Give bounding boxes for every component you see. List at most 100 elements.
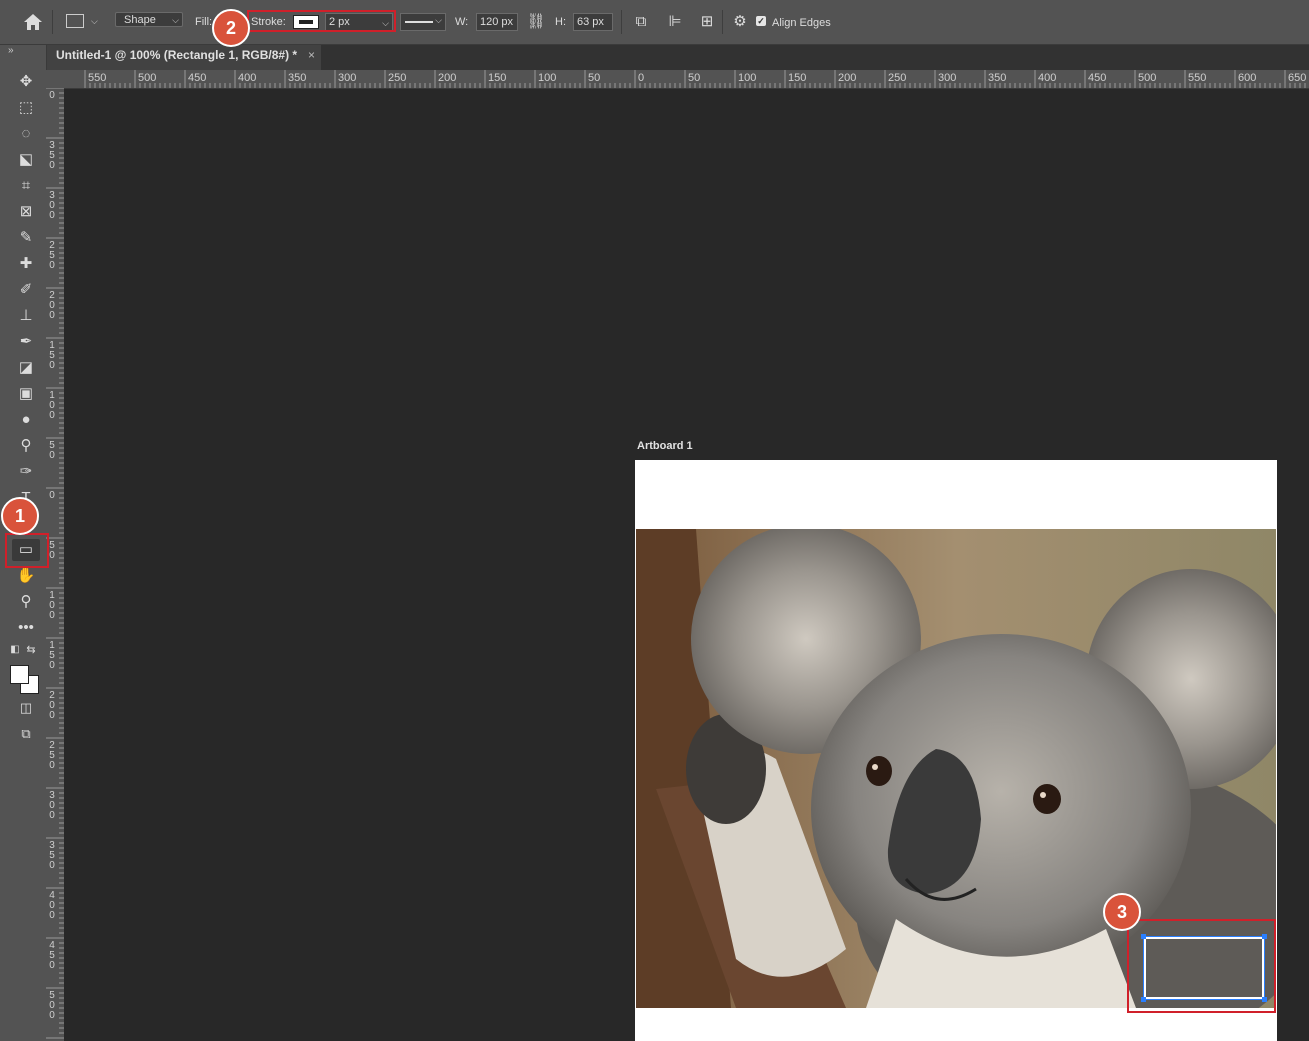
lasso-tool-icon[interactable]: ◌ (12, 123, 40, 145)
ruler-tick-label: 2 5 0 (49, 740, 55, 771)
object-selection-tool-icon[interactable]: ⬕ (12, 149, 40, 171)
callout-badge-2: 2 (212, 9, 250, 47)
tool-preset-picker[interactable] (66, 14, 84, 28)
tools-panel: » ✥⬚◌⬕⌗⊠✎✚✐⊥✒◪▣●⚲✑T▭✋⚲••• ◧ ⇆ ◫ ⧉ (0, 45, 47, 1041)
gradient-tool-icon[interactable]: ▣ (12, 383, 40, 405)
path-operations-icon[interactable]: ⧉ (631, 12, 651, 32)
eyedropper-tool-icon[interactable]: ✎ (12, 227, 40, 249)
blur-tool-icon[interactable]: ● (12, 409, 40, 431)
ruler-tick-label: 4 0 0 (49, 890, 55, 921)
tab-untitled-1[interactable]: Untitled-1 @ 100% (Rectangle 1, RGB/8#) … (46, 45, 321, 70)
horizontal-ruler[interactable]: 550 500 450 400 350 300 250 200 150 100 50 0 50 100 15… (64, 70, 1309, 89)
resize-handle[interactable] (1141, 934, 1146, 939)
ruler-tick-label: 350 (288, 72, 307, 84)
divider (621, 10, 622, 34)
ruler-tick-label: 100 (538, 72, 557, 84)
screen-mode-icon[interactable]: ⧉ (12, 723, 40, 745)
ruler-tick-label: 0 (49, 90, 55, 101)
more-tools-icon[interactable]: ••• (12, 617, 40, 639)
align-edges-label: Align Edges (772, 17, 831, 29)
resize-handle[interactable] (1262, 997, 1267, 1002)
resize-handle[interactable] (1262, 934, 1267, 939)
artboard-label[interactable]: Artboard 1 (637, 440, 693, 452)
options-bar: ⌵ Shape ⌵ Fill: Stroke: 2 px ⌵ ⌵ W: 120 px… (0, 0, 1309, 45)
shape-selection-bounds[interactable] (1143, 936, 1265, 1000)
ruler-tick-label: 150 (788, 72, 807, 84)
align-edges-checkbox[interactable]: ✓ (756, 16, 766, 26)
ruler-tick-label: 500 (1138, 72, 1157, 84)
stroke-color-swatch[interactable] (293, 15, 319, 29)
brush-tool-icon[interactable]: ✐ (12, 279, 40, 301)
fill-label: Fill: (195, 16, 213, 28)
height-label: H: (555, 16, 566, 28)
hand-tool-icon[interactable]: ✋ (12, 565, 40, 587)
dodge-tool-icon[interactable]: ⚲ (12, 435, 40, 457)
ruler-tick-label: 200 (838, 72, 857, 84)
ruler-tick-label: 1 5 0 (49, 340, 55, 371)
chevron-down-icon: ⌵ (172, 15, 179, 25)
move-tool-icon[interactable]: ✥ (12, 71, 40, 93)
gear-icon[interactable]: ⚙ (730, 12, 750, 32)
ruler-tick-label: 5 0 (49, 540, 55, 561)
divider (722, 10, 723, 34)
ruler-tick-label: 400 (1038, 72, 1057, 84)
crop-tool-icon[interactable]: ⌗ (12, 175, 40, 197)
ruler-tick-label: 150 (488, 72, 507, 84)
marquee-tool-icon[interactable]: ⬚ (12, 97, 40, 119)
collapse-panel-icon[interactable]: » (8, 45, 14, 56)
rectangle-tool-icon[interactable]: ▭ (12, 539, 40, 561)
chevron-down-icon: ⌵ (435, 15, 442, 25)
color-swatches[interactable] (10, 665, 40, 695)
ruler-tick-label: 1 0 0 (49, 590, 55, 621)
chevron-down-icon[interactable]: ⌵ (91, 16, 98, 27)
quick-mask-icon[interactable]: ◫ (12, 697, 40, 719)
tab-title: Untitled-1 @ 100% (Rectangle 1, RGB/8#) … (56, 48, 298, 62)
frame-tool-icon[interactable]: ⊠ (12, 201, 40, 223)
ruler-tick-label: 300 (938, 72, 957, 84)
default-colors-icon[interactable]: ◧ (8, 639, 22, 661)
clone-stamp-tool-icon[interactable]: ⊥ (12, 305, 40, 327)
width-field[interactable]: 120 px (476, 13, 518, 31)
foreground-color-swatch[interactable] (10, 665, 29, 684)
link-icon[interactable]: ⛓ (526, 12, 546, 32)
ruler-tick-label: 5 0 0 (49, 990, 55, 1021)
close-icon[interactable]: × (308, 45, 315, 65)
pen-tool-icon[interactable]: ✑ (12, 461, 40, 483)
ruler-tick-label: 450 (1088, 72, 1107, 84)
callout-badge-3: 3 (1103, 893, 1141, 931)
ruler-tick-label: 2 5 0 (49, 240, 55, 271)
history-brush-tool-icon[interactable]: ✒ (12, 331, 40, 353)
divider (52, 10, 53, 34)
vertical-ruler[interactable]: 0 3 5 0 3 0 0 2 5 0 2 0 0 1 5 0 1 0 0 5 0 0 5 0 1 … (46, 88, 65, 1041)
resize-handle[interactable] (1141, 997, 1146, 1002)
ruler-tick-label: 50 (588, 72, 601, 84)
ruler-tick-label: 400 (238, 72, 257, 84)
ruler-tick-label: 3 0 0 (49, 790, 55, 821)
ruler-tick-label: 250 (888, 72, 907, 84)
ruler-tick-label: 350 (988, 72, 1007, 84)
shape-mode-select[interactable]: Shape ⌵ (115, 12, 183, 27)
swap-colors-icon[interactable]: ⇆ (24, 639, 38, 661)
ruler-tick-label: 3 5 0 (49, 140, 55, 171)
ruler-tick-label: 0 (638, 72, 645, 84)
ruler-tick-label: 300 (338, 72, 357, 84)
ruler-tick-label: 550 (88, 72, 107, 84)
ruler-tick-label: 3 0 0 (49, 190, 55, 221)
height-field[interactable]: 63 px (573, 13, 613, 31)
path-alignment-icon[interactable]: ⊫ (665, 12, 685, 32)
ruler-tick-label: 500 (138, 72, 157, 84)
ruler-tick-label: 100 (738, 72, 757, 84)
eraser-tool-icon[interactable]: ◪ (12, 357, 40, 379)
stroke-type-select[interactable]: ⌵ (400, 13, 446, 31)
ruler-tick-label: 450 (188, 72, 207, 84)
ruler-tick-label: 2 0 0 (49, 290, 55, 321)
callout-badge-1: 1 (1, 497, 39, 535)
ruler-origin[interactable] (46, 70, 64, 88)
stroke-size-field[interactable]: 2 px ⌵ (325, 13, 393, 31)
ruler-tick-label: 3 5 0 (49, 840, 55, 871)
zoom-tool-icon[interactable]: ⚲ (12, 591, 40, 613)
stroke-label: Stroke: (251, 16, 286, 28)
healing-brush-tool-icon[interactable]: ✚ (12, 253, 40, 275)
home-icon[interactable] (22, 12, 44, 32)
path-arrangement-icon[interactable]: ⊞ (697, 12, 717, 32)
